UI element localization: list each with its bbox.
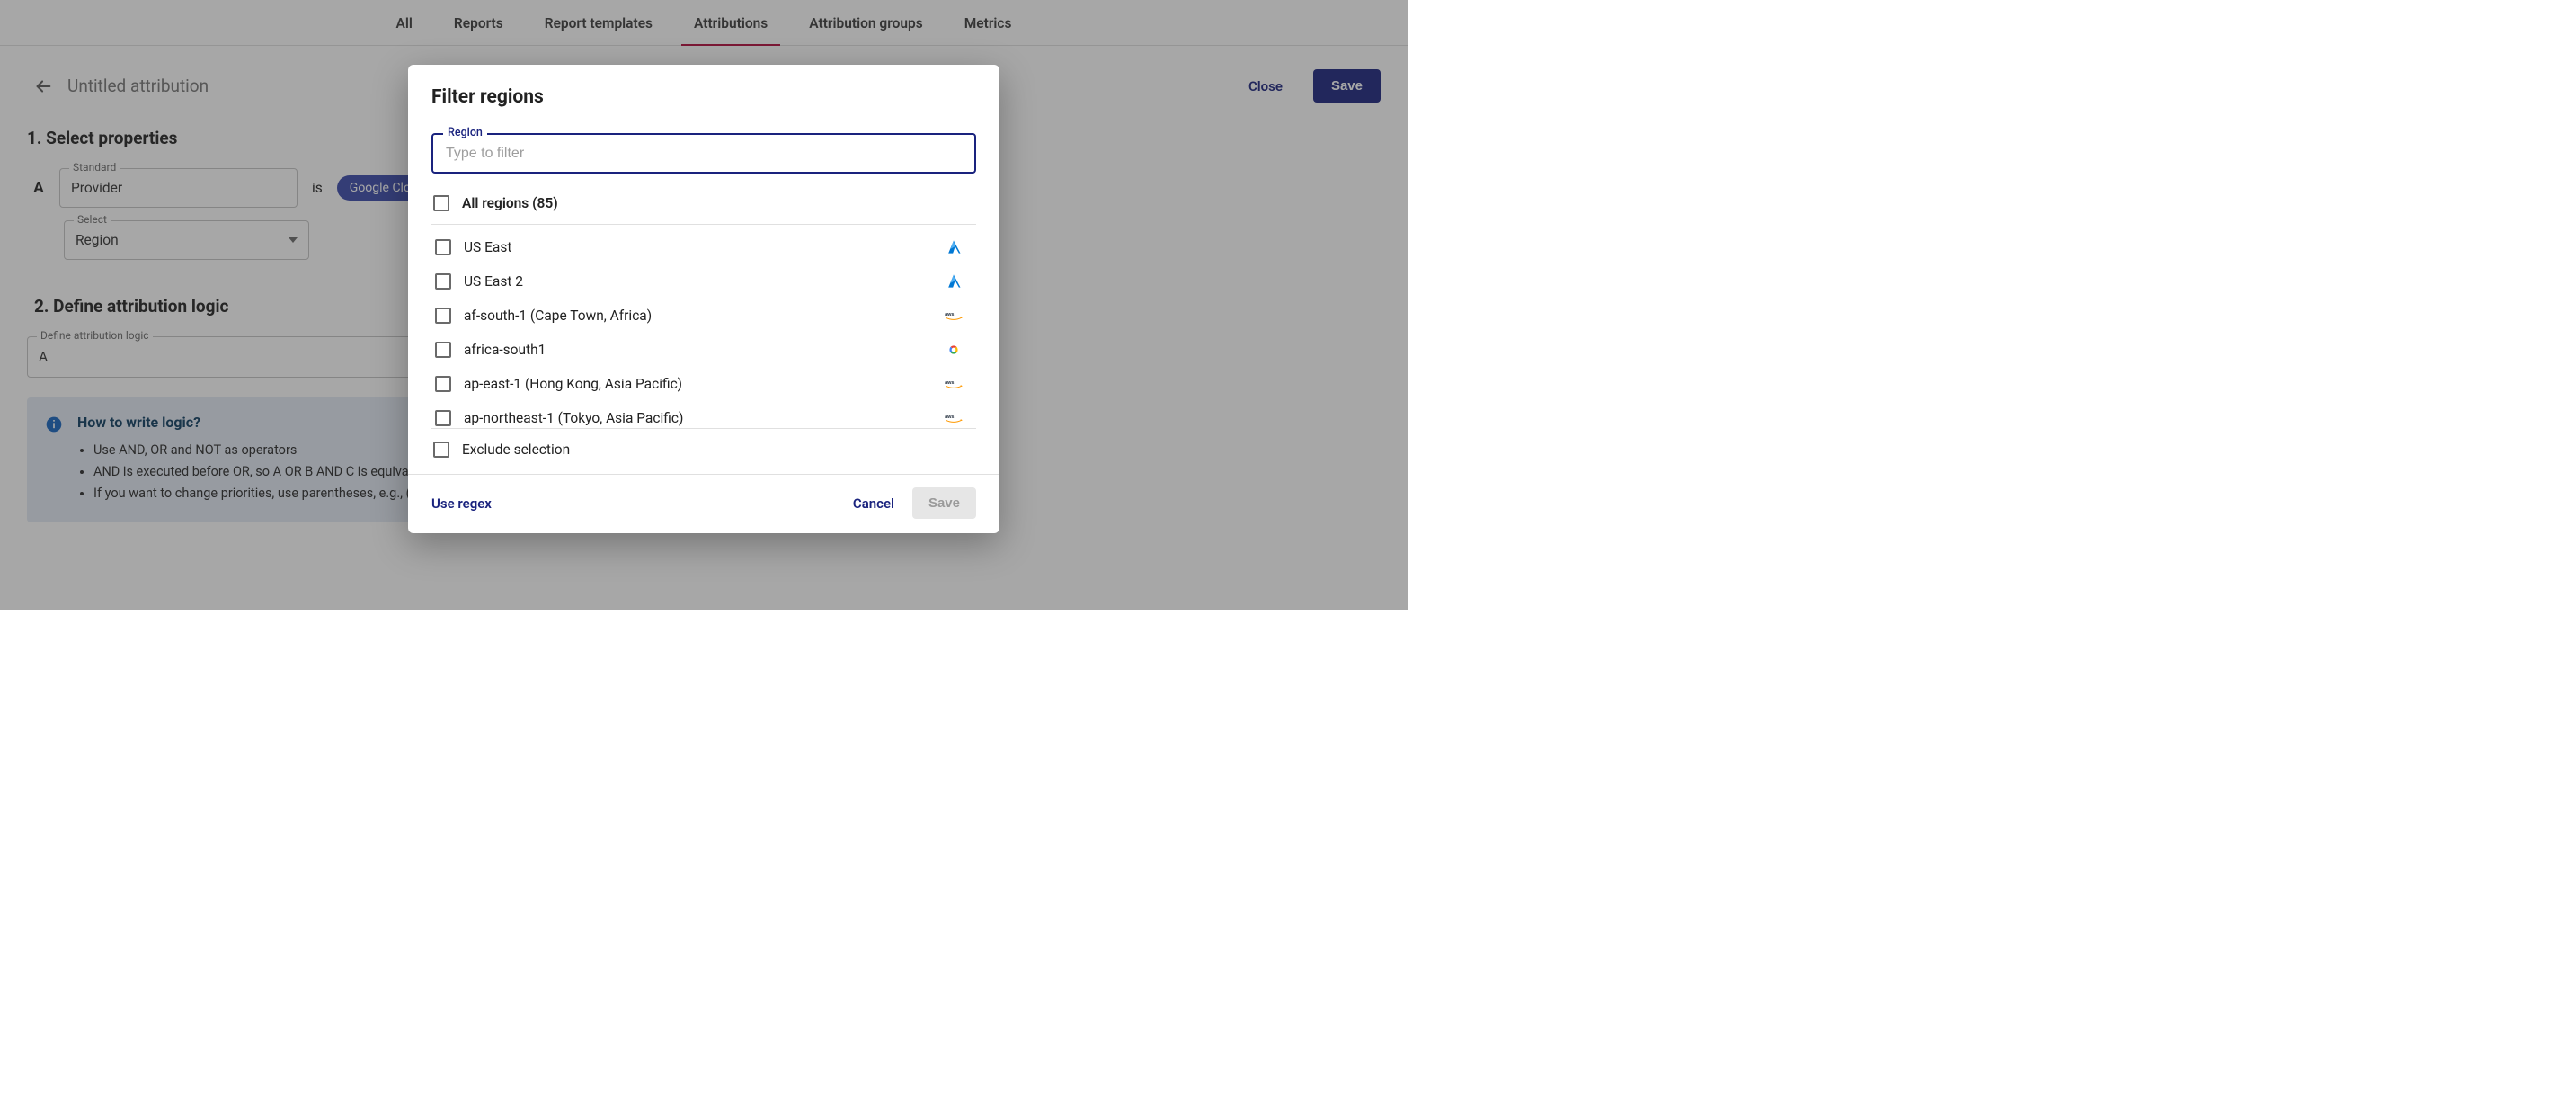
region-checkbox[interactable] [435,308,451,324]
region-label: US East [464,239,931,255]
all-regions-label: All regions (85) [462,195,974,211]
region-row[interactable]: US East 2 [433,264,971,299]
region-row[interactable]: US East [433,230,971,264]
aws-icon: aws [944,374,964,394]
region-label: ap-northeast-1 (Tokyo, Asia Pacific) [464,410,931,426]
region-checkbox[interactable] [435,376,451,392]
all-regions-row[interactable]: All regions (85) [431,190,976,224]
exclude-selection-row[interactable]: Exclude selection [431,429,976,474]
exclude-selection-checkbox[interactable] [433,442,449,458]
aws-icon: aws [944,306,964,326]
modal-overlay[interactable]: Filter regions Region All regions (85) U… [0,0,1408,610]
svg-text:aws: aws [945,415,954,420]
region-label: US East 2 [464,273,931,290]
use-regex-link[interactable]: Use regex [431,495,492,512]
modal-cancel-button[interactable]: Cancel [853,495,894,512]
region-checkbox[interactable] [435,273,451,290]
region-list[interactable]: US East US East 2 af-south-1 (Cape Town, A… [431,225,976,428]
azure-icon [944,237,964,257]
svg-text:aws: aws [945,380,954,386]
region-checkbox[interactable] [435,239,451,255]
region-checkbox[interactable] [435,342,451,358]
aws-icon: aws [944,408,964,428]
region-filter-input[interactable] [446,146,962,162]
gcp-icon [944,340,964,360]
region-label: af-south-1 (Cape Town, Africa) [464,308,931,324]
modal-save-button: Save [912,487,976,519]
modal-footer: Use regex Cancel Save [408,474,999,533]
region-row[interactable]: africa-south1 [433,333,971,367]
region-row[interactable]: af-south-1 (Cape Town, Africa) aws [433,299,971,333]
region-label: africa-south1 [464,342,931,358]
region-checkbox[interactable] [435,410,451,426]
filter-regions-modal: Filter regions Region All regions (85) U… [408,65,999,533]
region-label: ap-east-1 (Hong Kong, Asia Pacific) [464,376,931,392]
region-input-wrapper[interactable]: Region [431,133,976,174]
region-input-label: Region [443,126,487,139]
region-row[interactable]: ap-northeast-1 (Tokyo, Asia Pacific) aws [433,401,971,428]
modal-title: Filter regions [408,65,999,117]
azure-icon [944,272,964,291]
svg-text:aws: aws [945,312,954,317]
exclude-selection-label: Exclude selection [462,442,974,458]
all-regions-checkbox[interactable] [433,195,449,211]
region-row[interactable]: ap-east-1 (Hong Kong, Asia Pacific) aws [433,367,971,401]
